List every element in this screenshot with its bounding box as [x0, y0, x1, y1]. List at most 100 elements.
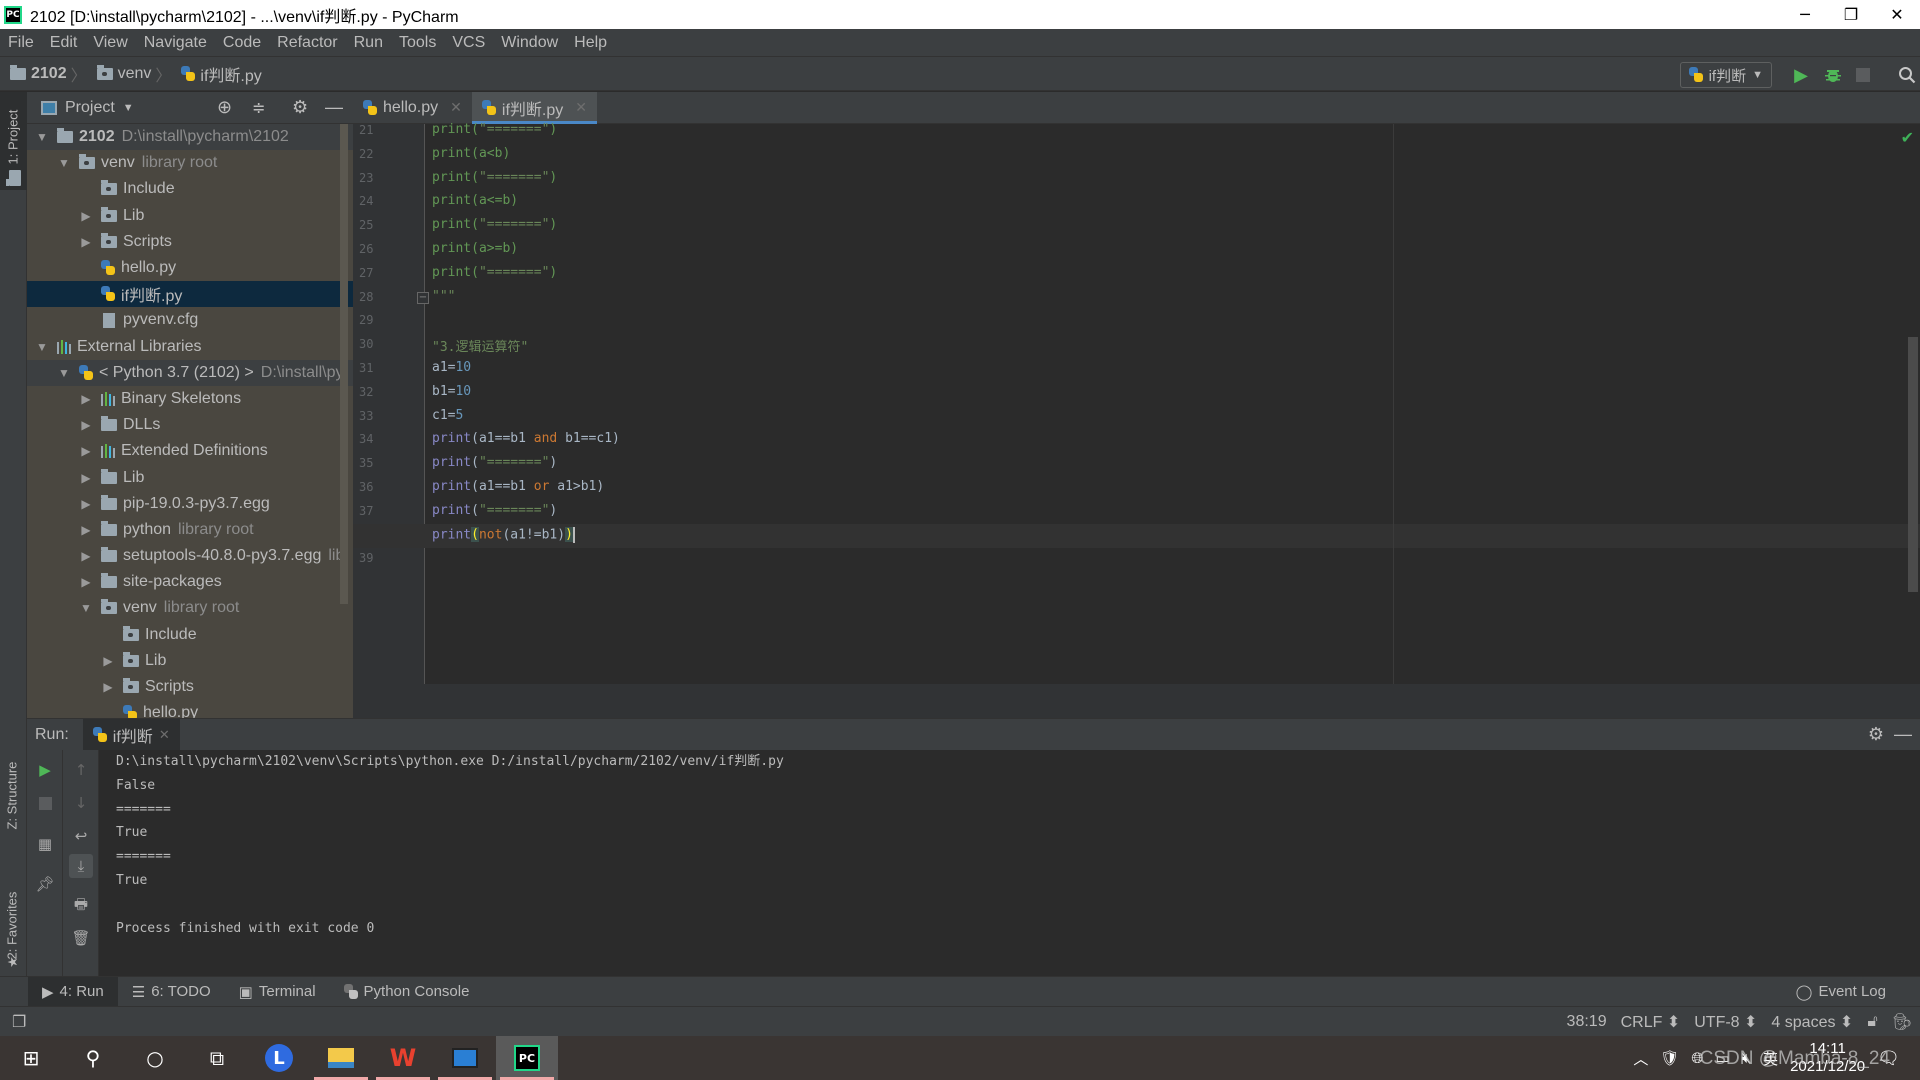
tree-item[interactable]: ▼ < Python 3.7 (2102) > D:\install\py	[27, 359, 353, 386]
show-hidden-icons-chevron[interactable]: ︿	[1633, 1048, 1648, 1069]
tree-item[interactable]: ▶ Lib	[27, 203, 353, 229]
search-everywhere-button[interactable]	[1896, 64, 1918, 86]
breadcrumb-file[interactable]: if判断.py	[171, 62, 265, 86]
favorites-tool-tab[interactable]: 2: Favorites ★	[0, 862, 27, 972]
pin-tab-button[interactable]: 📌︎	[33, 872, 57, 896]
breadcrumb-project[interactable]: 2102	[0, 64, 71, 83]
collapsed-arrow-icon[interactable]: ▶	[101, 680, 115, 694]
tree-item[interactable]: ▶ Scripts	[27, 229, 353, 255]
tree-item[interactable]: Include	[27, 622, 353, 648]
collapsed-arrow-icon[interactable]: ▶	[79, 209, 93, 223]
task-view-button[interactable]: ⧉	[186, 1036, 248, 1080]
tree-item[interactable]: ▼ venv library root	[27, 150, 353, 176]
tree-item[interactable]: pyvenv.cfg	[27, 307, 353, 333]
tree-item[interactable]: ▶ python library root	[27, 517, 353, 543]
tree-item[interactable]: ▼ 2102 D:\install\pycharm\2102	[27, 124, 353, 151]
search-button[interactable]: ⚲	[62, 1036, 124, 1080]
taskbar-remote-desktop[interactable]	[434, 1036, 496, 1080]
cortana-button[interactable]: ○	[124, 1036, 186, 1080]
fold-marker-icon[interactable]: −	[417, 291, 429, 304]
collapsed-arrow-icon[interactable]: ▶	[79, 471, 93, 485]
collapsed-arrow-icon[interactable]: ▶	[79, 575, 93, 589]
menu-code[interactable]: Code	[215, 34, 269, 52]
soft-wrap-button[interactable]: ↩	[69, 824, 93, 848]
tree-item[interactable]: ▶ Lib	[27, 464, 353, 490]
tree-item[interactable]: ▶ Extended Definitions	[27, 438, 353, 464]
caret-position[interactable]: 38:19	[1567, 1013, 1607, 1031]
structure-tool-tab[interactable]: Z: Structure	[0, 732, 27, 842]
run-configuration-selector[interactable]: if判断 ▼	[1679, 62, 1772, 88]
hide-panel-icon[interactable]: —	[325, 97, 343, 118]
chevron-down-icon[interactable]: ▼	[123, 102, 134, 114]
rerun-button[interactable]: ▶	[33, 758, 57, 782]
event-log-button[interactable]: ◯ Event Log	[1782, 977, 1900, 1007]
close-window-button[interactable]: ✕	[1874, 0, 1920, 29]
collapsed-arrow-icon[interactable]: ▶	[79, 549, 93, 563]
tree-item[interactable]: ▼ External Libraries	[27, 334, 353, 360]
expanded-arrow-icon[interactable]: ▼	[35, 130, 49, 144]
close-tab-icon[interactable]: ✕	[575, 99, 587, 116]
collapsed-arrow-icon[interactable]: ▶	[79, 497, 93, 511]
tree-item[interactable]: ▼ venv library root	[27, 595, 353, 621]
scroll-to-end-button[interactable]: ⤓	[69, 854, 93, 878]
tab-hello-py[interactable]: hello.py ✕	[353, 92, 472, 123]
code-editor[interactable]: print("=======") print(a<b) print("=======…	[353, 122, 1920, 684]
unlock-icon[interactable]: 🔓︎	[1867, 1013, 1877, 1031]
inspector-icon[interactable]: 🕵︎	[1892, 1012, 1912, 1032]
encoding-selector[interactable]: UTF-8 ⬍	[1694, 1012, 1757, 1032]
menu-edit[interactable]: Edit	[42, 34, 86, 52]
collapse-all-icon[interactable]: ≑	[252, 98, 265, 118]
tree-item[interactable]: ▶ Binary Skeletons	[27, 386, 353, 412]
taskbar-wps[interactable]: W	[372, 1036, 434, 1080]
menu-file[interactable]: File	[0, 34, 42, 52]
menu-refactor[interactable]: Refactor	[269, 34, 345, 52]
menu-run[interactable]: Run	[346, 34, 391, 52]
run-button[interactable]: ▶	[1790, 64, 1812, 86]
collapsed-arrow-icon[interactable]: ▶	[101, 654, 115, 668]
tool-window-run[interactable]: ▶ 4: Run	[28, 976, 118, 1007]
taskbar-file-explorer[interactable]	[310, 1036, 372, 1080]
collapsed-arrow-icon[interactable]: ▶	[79, 235, 93, 249]
tree-item[interactable]: ▶ setuptools-40.8.0-py3.7.egg lib	[27, 543, 353, 569]
project-view-selector[interactable]: Project	[65, 99, 115, 117]
project-tool-tab[interactable]: 1: Project	[0, 92, 27, 190]
menu-vcs[interactable]: VCS	[444, 34, 493, 52]
clear-all-button[interactable]: 🗑	[69, 926, 93, 950]
menu-tools[interactable]: Tools	[391, 34, 444, 52]
tree-item[interactable]: Include	[27, 176, 353, 202]
tool-window-terminal[interactable]: ▣ Terminal	[225, 977, 330, 1007]
expanded-arrow-icon[interactable]: ▼	[35, 340, 49, 354]
security-shield-icon[interactable]: 🛡︎	[1660, 1049, 1679, 1067]
hide-panel-icon[interactable]: —	[1894, 724, 1912, 745]
tool-window-todo[interactable]: ☰ 6: TODO	[118, 977, 225, 1007]
breadcrumb-folder[interactable]: venv	[87, 64, 156, 83]
console-output[interactable]: D:\install\pycharm\2102\venv\Scripts\pyt…	[116, 750, 1906, 940]
up-stack-button[interactable]: ↑	[69, 758, 93, 782]
close-tab-icon[interactable]: ✕	[450, 99, 462, 116]
tree-item[interactable]: if判断.py	[27, 281, 353, 308]
down-stack-button[interactable]: ↓	[69, 791, 93, 815]
tab-if-py[interactable]: if判断.py ✕	[471, 92, 598, 124]
expanded-arrow-icon[interactable]: ▼	[57, 156, 71, 170]
stop-button[interactable]	[33, 791, 57, 815]
gear-icon[interactable]: ⚙	[292, 97, 308, 118]
tree-item[interactable]: hello.py	[27, 255, 353, 281]
restore-layout-button[interactable]: ▦	[33, 832, 57, 856]
collapsed-arrow-icon[interactable]: ▶	[79, 418, 93, 432]
minimize-button[interactable]: ─	[1782, 0, 1828, 29]
menu-navigate[interactable]: Navigate	[136, 34, 215, 52]
indent-selector[interactable]: 4 spaces ⬍	[1771, 1012, 1853, 1032]
collapsed-arrow-icon[interactable]: ▶	[79, 392, 93, 406]
start-button[interactable]: ⊞	[0, 1036, 62, 1080]
taskbar-pycharm[interactable]: PC	[496, 1036, 558, 1080]
tree-item[interactable]: ▶ DLLs	[27, 412, 353, 438]
restore-button[interactable]: ❐	[1828, 0, 1874, 29]
taskbar-app-l[interactable]: L	[248, 1036, 310, 1080]
stop-button[interactable]	[1852, 64, 1874, 86]
run-tab[interactable]: if判断 ✕	[82, 719, 180, 750]
gear-icon[interactable]: ⚙	[1868, 724, 1884, 745]
expanded-arrow-icon[interactable]: ▼	[79, 601, 93, 615]
toggle-tool-windows-icon[interactable]: ❐	[12, 1012, 26, 1032]
debug-button[interactable]	[1822, 64, 1844, 86]
tree-item[interactable]: ▶ Scripts	[27, 674, 353, 700]
